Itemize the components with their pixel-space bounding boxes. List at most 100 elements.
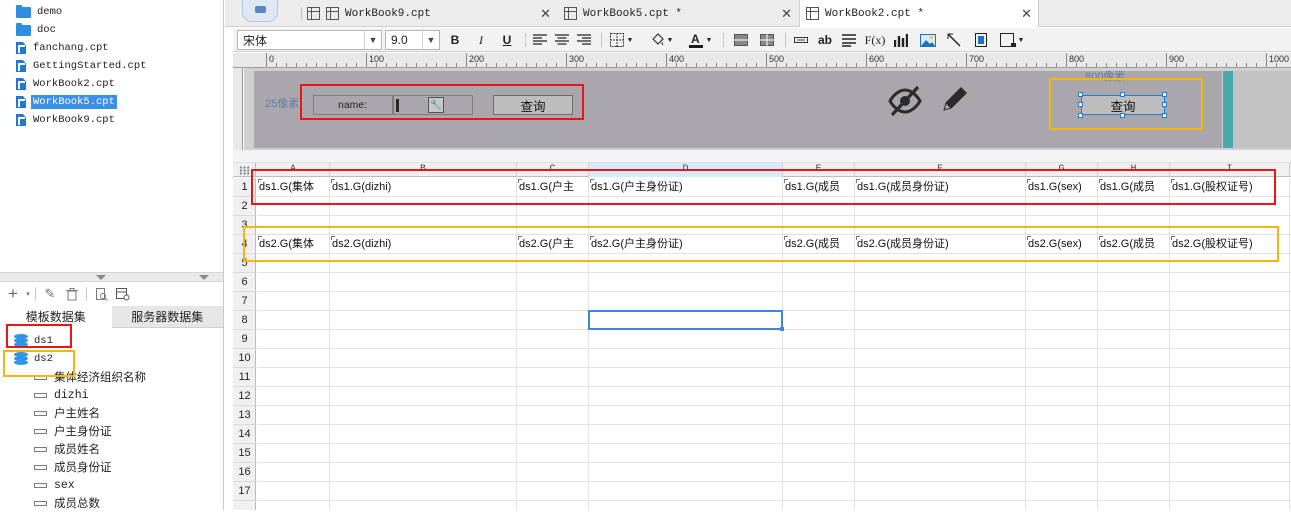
add-dataset-icon[interactable]: + bbox=[2, 284, 24, 304]
tree-item-demo[interactable]: demo bbox=[0, 3, 64, 21]
edit-pencil-icon[interactable]: ✎ bbox=[39, 284, 61, 304]
font-size-select[interactable]: 9.0 ▼ bbox=[385, 30, 440, 50]
column-header-g[interactable]: G bbox=[1026, 163, 1098, 177]
resize-handle[interactable] bbox=[1120, 92, 1125, 97]
wrench-icon[interactable]: 🔧 bbox=[428, 97, 444, 113]
close-icon[interactable]: ✕ bbox=[540, 6, 551, 22]
row-header-14[interactable]: 14 bbox=[233, 425, 256, 444]
tree-item-doc[interactable]: doc bbox=[0, 21, 58, 39]
row-header-11[interactable]: 11 bbox=[233, 368, 256, 387]
row-header-15[interactable]: 15 bbox=[233, 444, 256, 463]
column-header-a[interactable]: A bbox=[257, 163, 330, 177]
field-item[interactable]: 成员姓名 bbox=[34, 440, 100, 458]
merge-cells-icon[interactable] bbox=[731, 31, 751, 49]
tab-workbook5[interactable]: WorkBook5.cpt * ✕ bbox=[558, 0, 798, 27]
column-header-c[interactable]: C bbox=[517, 163, 589, 177]
column-header-b[interactable]: B bbox=[330, 163, 517, 177]
row-header-3[interactable]: 3 bbox=[233, 216, 256, 235]
cell-f4[interactable]: ds2.G(成员身份证) bbox=[855, 235, 1025, 253]
chevron-down-icon[interactable]: ▼ bbox=[625, 31, 635, 49]
home-button[interactable] bbox=[242, 0, 278, 22]
row-header-16[interactable]: 16 bbox=[233, 463, 256, 482]
collapse-arrow-icon[interactable] bbox=[96, 275, 106, 280]
cell-c1[interactable]: ds1.G(户主 bbox=[517, 178, 588, 196]
cell-e1[interactable]: ds1.G(成员 bbox=[783, 178, 854, 196]
underline-button[interactable]: U bbox=[497, 31, 517, 49]
row-header-5[interactable]: 5 bbox=[233, 254, 256, 273]
fill-handle[interactable] bbox=[780, 327, 784, 331]
resize-handle[interactable] bbox=[1162, 92, 1167, 97]
row-header-7[interactable]: 7 bbox=[233, 292, 256, 311]
selected-cell-d8[interactable] bbox=[588, 310, 784, 331]
row-header-2[interactable]: 2 bbox=[233, 197, 256, 216]
delete-trash-icon[interactable] bbox=[61, 284, 83, 304]
bar-chart-icon[interactable] bbox=[891, 31, 911, 49]
align-center-icon[interactable] bbox=[552, 31, 572, 49]
font-color-icon[interactable]: A bbox=[686, 31, 706, 49]
panel-splitter[interactable] bbox=[0, 272, 223, 282]
formula-button[interactable]: F(x) bbox=[865, 31, 886, 49]
tab-server-dataset[interactable]: 服务器数据集 bbox=[111, 306, 223, 328]
column-header-i[interactable]: I bbox=[1170, 163, 1290, 177]
italic-button[interactable]: I bbox=[471, 31, 491, 49]
field-item[interactable]: 集体经济组织名称 bbox=[34, 368, 146, 386]
field-item[interactable]: sex bbox=[34, 476, 75, 494]
canvas-edge-marker[interactable] bbox=[1223, 71, 1233, 148]
chevron-down-icon[interactable]: ▼ bbox=[364, 31, 381, 49]
resize-handle[interactable] bbox=[1078, 113, 1083, 118]
row-header-9[interactable]: 9 bbox=[233, 330, 256, 349]
chevron-down-icon[interactable]: ▼ bbox=[1016, 31, 1026, 49]
cell-c4[interactable]: ds2.G(户主 bbox=[517, 235, 588, 253]
field-item[interactable]: 成员总数 bbox=[34, 494, 100, 512]
tree-item-workbook9[interactable]: WorkBook9.cpt bbox=[0, 111, 117, 129]
name-label-widget[interactable]: name: bbox=[313, 95, 393, 115]
row-header-1[interactable]: 1 bbox=[233, 178, 256, 197]
tree-item-workbook2[interactable]: WorkBook2.cpt bbox=[0, 75, 117, 93]
cell-f1[interactable]: ds1.G(成员身份证) bbox=[855, 178, 1025, 196]
cell-border-icon[interactable] bbox=[998, 31, 1018, 49]
fill-color-icon[interactable] bbox=[647, 31, 667, 49]
tree-item-fanchang[interactable]: fanchang.cpt bbox=[0, 39, 111, 57]
cell-h4[interactable]: ds2.G(成员 bbox=[1098, 235, 1169, 253]
image-icon[interactable] bbox=[918, 31, 938, 49]
column-header-e[interactable]: E bbox=[783, 163, 855, 177]
field-item[interactable]: 户主姓名 bbox=[34, 404, 100, 422]
font-name-select[interactable]: 宋体 ▼ bbox=[237, 30, 382, 50]
close-icon[interactable]: ✕ bbox=[781, 6, 792, 22]
text-field-icon[interactable] bbox=[791, 31, 811, 49]
row-header-6[interactable]: 6 bbox=[233, 273, 256, 292]
align-right-icon[interactable] bbox=[574, 31, 594, 49]
query-button-selected[interactable]: 查询 bbox=[1081, 95, 1165, 115]
tree-item-workbook5[interactable]: WorkBook5.cpt bbox=[0, 93, 117, 111]
field-item[interactable]: dizhi bbox=[34, 386, 89, 404]
query-button[interactable]: 查询 bbox=[493, 95, 573, 115]
preview-dataset-icon[interactable] bbox=[90, 284, 112, 304]
align-left-icon[interactable] bbox=[530, 31, 550, 49]
column-header-f[interactable]: F bbox=[855, 163, 1026, 177]
field-item[interactable]: 成员身份证 bbox=[34, 458, 112, 476]
cell-e4[interactable]: ds2.G(成员 bbox=[783, 235, 854, 253]
resize-handle[interactable] bbox=[1078, 102, 1083, 107]
field-item[interactable]: 户主身份证 bbox=[34, 422, 112, 440]
row-header-12[interactable]: 12 bbox=[233, 387, 256, 406]
text-tool-button[interactable]: ab bbox=[815, 31, 835, 49]
split-cells-icon[interactable] bbox=[757, 31, 777, 49]
cell-b1[interactable]: ds1.G(dizhi) bbox=[330, 178, 516, 196]
cell-a1[interactable]: ds1.G(集体 bbox=[257, 178, 329, 196]
cell-i1[interactable]: ds1.G(股权证号) bbox=[1170, 178, 1289, 196]
bold-button[interactable]: B bbox=[445, 31, 465, 49]
row-header-17[interactable]: 17 bbox=[233, 482, 256, 501]
slash-diagonal-icon[interactable] bbox=[944, 31, 964, 49]
cell-i4[interactable]: ds2.G(股权证号) bbox=[1170, 235, 1289, 253]
row-header-13[interactable]: 13 bbox=[233, 406, 256, 425]
paragraph-align-icon[interactable] bbox=[839, 31, 859, 49]
chevron-down-icon[interactable]: ▼ bbox=[422, 31, 439, 49]
tab-template-dataset[interactable]: 模板数据集 bbox=[0, 306, 112, 328]
close-icon[interactable]: ✕ bbox=[1021, 6, 1032, 22]
cell-area[interactable]: ds1.G(集体 ds1.G(dizhi) ds1.G(户主 ds1.G(户主身份证)… bbox=[257, 178, 1291, 510]
dataset-item-ds2[interactable]: ds2 bbox=[14, 350, 53, 368]
cell-d1[interactable]: ds1.G(户主身份证) bbox=[589, 178, 782, 196]
cell-h1[interactable]: ds1.G(成员 bbox=[1098, 178, 1169, 196]
chevron-down-icon[interactable]: ▼ bbox=[665, 31, 675, 49]
tab-workbook2[interactable]: WorkBook2.cpt * ✕ bbox=[799, 0, 1039, 27]
